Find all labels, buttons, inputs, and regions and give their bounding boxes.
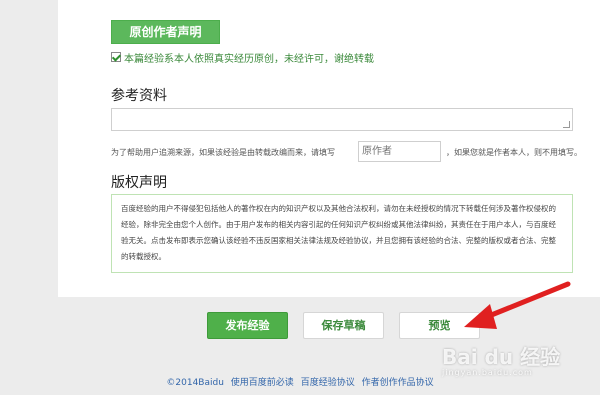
footer: ©2014Baidu 使用百度前必读 百度经验协议 作者创作作品协议: [0, 375, 600, 388]
footer-link-author-agreement[interactable]: 作者创作作品协议: [362, 378, 434, 388]
red-arrow-icon: [464, 281, 571, 329]
baidu-jingyan-watermark: Bai du 经验 jingyan.baidu.com: [442, 341, 560, 377]
watermark-logo: Bai du 经验: [442, 345, 561, 369]
footer-copyright: ©2014Baidu: [166, 378, 224, 388]
footer-link-agreement[interactable]: 百度经验协议: [301, 378, 355, 388]
footer-link-guide[interactable]: 使用百度前必读: [231, 378, 294, 388]
